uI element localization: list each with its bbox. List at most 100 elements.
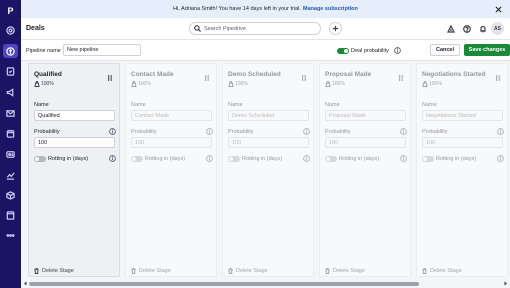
- name-label: Name: [34, 102, 49, 108]
- info-icon[interactable]: [400, 128, 407, 135]
- user-avatar[interactable]: AS: [491, 22, 504, 35]
- close-icon[interactable]: [493, 4, 503, 14]
- scroll-left-icon[interactable]: [23, 281, 28, 286]
- drag-handle-icon[interactable]: [496, 75, 500, 81]
- stage-title: Demo Scheduled: [228, 71, 281, 78]
- rotting-label: Rotting in (days): [242, 156, 283, 162]
- drag-handle-icon[interactable]: [205, 75, 209, 81]
- rotting-label: Rotting in (days): [48, 156, 89, 162]
- rotting-toggle[interactable]: [131, 156, 143, 162]
- delete-stage-button[interactable]: Delete Stage: [325, 268, 365, 274]
- name-label: Name: [131, 102, 146, 108]
- rotting-toggle[interactable]: [34, 156, 46, 162]
- name-label: Name: [325, 102, 340, 108]
- info-icon[interactable]: [400, 155, 407, 162]
- target-icon[interactable]: [5, 25, 16, 36]
- info-icon[interactable]: [109, 128, 116, 135]
- info-icon[interactable]: [394, 47, 401, 54]
- tasks-icon[interactable]: [5, 66, 16, 77]
- help-icon[interactable]: [461, 23, 472, 34]
- campaigns-icon[interactable]: [5, 87, 16, 98]
- save-changes-button[interactable]: Save changes: [464, 44, 510, 56]
- stage-probability-input[interactable]: [228, 137, 309, 148]
- info-icon[interactable]: [206, 128, 213, 135]
- info-icon[interactable]: [303, 155, 310, 162]
- stage-title: Proposal Made: [325, 71, 372, 78]
- add-button[interactable]: [329, 22, 342, 35]
- page-title: Deals: [26, 25, 45, 32]
- stage-card[interactable]: Proposal Made 100% Name Probability Rott…: [319, 63, 411, 277]
- weight-icon: [34, 81, 40, 87]
- products-icon[interactable]: [5, 190, 16, 201]
- insights-icon[interactable]: [5, 170, 16, 181]
- stage-card[interactable]: Contact Made 100% Name Probability Rotti…: [125, 63, 217, 277]
- cancel-button[interactable]: Cancel: [430, 44, 460, 56]
- pipeline-name-label: Pipeline name: [26, 48, 61, 54]
- stage-title: Negotiations Started: [422, 71, 486, 78]
- manage-subscription-link[interactable]: Manage subscription: [303, 6, 358, 12]
- info-icon[interactable]: [497, 155, 504, 162]
- more-icon[interactable]: [5, 230, 16, 241]
- name-label: Name: [228, 102, 243, 108]
- horizontal-scrollbar[interactable]: [21, 280, 510, 288]
- stage-name-input[interactable]: [228, 110, 309, 121]
- stage-card[interactable]: Demo Scheduled 100% Name Probability Rot…: [222, 63, 314, 277]
- delete-stage-label: Delete Stage: [42, 268, 74, 274]
- stage-name-input[interactable]: [131, 110, 212, 121]
- delete-stage-button[interactable]: Delete Stage: [228, 268, 268, 274]
- search-box[interactable]: [189, 22, 321, 35]
- contacts-icon[interactable]: [5, 149, 16, 160]
- marketplace-icon[interactable]: [5, 210, 16, 221]
- probability-label: Probability: [34, 129, 60, 135]
- rotting-label: Rotting in (days): [145, 156, 186, 162]
- drag-handle-icon[interactable]: [399, 75, 403, 81]
- notifications-icon[interactable]: [477, 23, 488, 34]
- top-header: Deals AS: [21, 18, 510, 40]
- rotting-toggle[interactable]: [228, 156, 240, 162]
- delete-stage-label: Delete Stage: [333, 268, 365, 274]
- search-icon: [194, 25, 201, 32]
- stage-card[interactable]: Negotiations Started 100% Name Probabili…: [416, 63, 508, 277]
- stage-probability-display: 100%: [429, 81, 442, 87]
- calendar-icon[interactable]: [5, 128, 16, 139]
- stage-probability-input[interactable]: [422, 137, 503, 148]
- scrollbar-thumb[interactable]: [29, 282, 419, 286]
- rotting-toggle[interactable]: [325, 156, 337, 162]
- delete-stage-button[interactable]: Delete Stage: [131, 268, 171, 274]
- rotting-toggle[interactable]: [422, 156, 434, 162]
- rotting-label: Rotting in (days): [339, 156, 380, 162]
- stage-probability-input[interactable]: [131, 137, 212, 148]
- stage-name-input[interactable]: [325, 110, 406, 121]
- stage-name-input[interactable]: [422, 110, 503, 121]
- stage-card[interactable]: Qualified 100% Name Probability Rotting …: [28, 63, 120, 277]
- info-icon[interactable]: [206, 155, 213, 162]
- drag-handle-icon[interactable]: [108, 75, 112, 81]
- info-icon[interactable]: [497, 128, 504, 135]
- deal-probability-toggle[interactable]: [337, 48, 349, 54]
- mail-icon[interactable]: [5, 108, 16, 119]
- delete-stage-label: Delete Stage: [236, 268, 268, 274]
- left-navigation-rail: P: [0, 0, 21, 288]
- weight-icon: [325, 81, 331, 87]
- probability-label: Probability: [422, 129, 448, 135]
- delete-stage-button[interactable]: Delete Stage: [422, 268, 462, 274]
- stage-probability-input[interactable]: [325, 137, 406, 148]
- probability-label: Probability: [131, 129, 157, 135]
- delete-stage-button[interactable]: Delete Stage: [34, 268, 74, 274]
- trial-banner-message: Hi, Adriana Smith! You have 14 days left…: [173, 6, 301, 12]
- stage-probability-input[interactable]: [34, 137, 115, 148]
- info-icon[interactable]: [109, 155, 116, 162]
- stage-name-input[interactable]: [34, 110, 115, 121]
- pipedrive-logo[interactable]: P: [4, 4, 17, 17]
- scroll-right-icon[interactable]: [503, 281, 508, 286]
- drag-handle-icon[interactable]: [302, 75, 306, 81]
- info-icon[interactable]: [303, 128, 310, 135]
- sales-assistant-icon[interactable]: [445, 23, 456, 34]
- search-input[interactable]: [204, 25, 304, 32]
- delete-stage-label: Delete Stage: [139, 268, 171, 274]
- deals-icon[interactable]: [3, 44, 18, 58]
- rotting-label: Rotting in (days): [436, 156, 477, 162]
- pipeline-name-input[interactable]: [63, 44, 141, 56]
- stage-probability-display: 100%: [138, 81, 151, 87]
- stage-probability-display: 100%: [41, 81, 54, 87]
